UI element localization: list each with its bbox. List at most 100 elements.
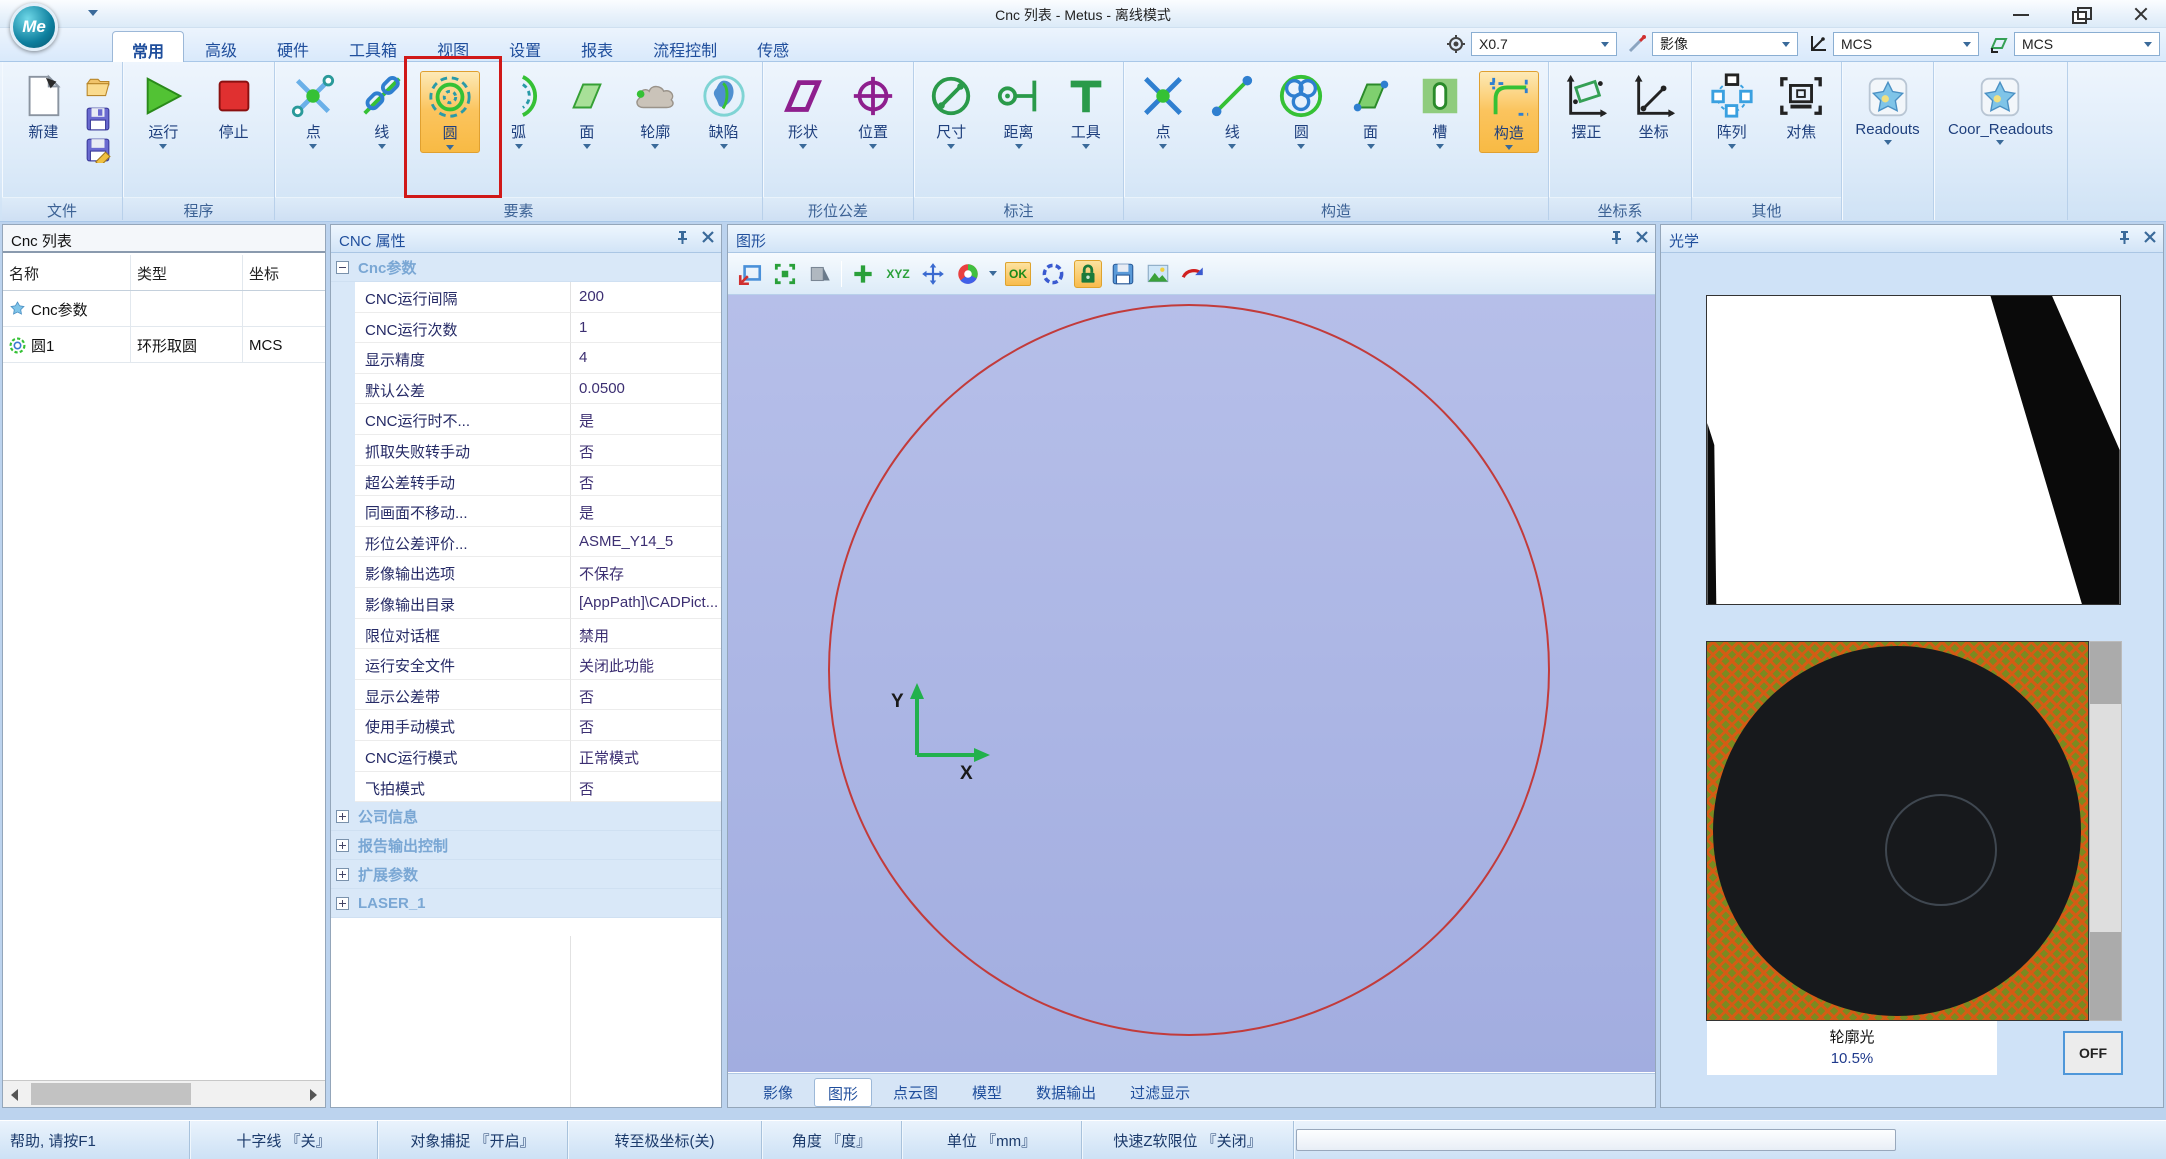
property-value[interactable]: 否 [571,466,721,497]
construct-plane-button[interactable]: 面 [1341,71,1401,151]
coordinate-system-dropdown[interactable]: MCS [1833,32,1979,56]
property-category-extended-params[interactable]: 扩展参数 [331,860,721,889]
property-value[interactable]: 是 [571,404,721,435]
annotate-tool-button[interactable]: 工具 [1056,71,1116,151]
scroll-right-arrow-icon[interactable] [299,1081,325,1107]
status-length-unit[interactable]: 单位 『mm』 [902,1121,1082,1159]
cnc-list-row-params[interactable]: Cnc参数 [3,291,325,327]
property-row[interactable]: CNC运行次数1 [331,313,721,344]
status-polar-coord-toggle[interactable]: 转至极坐标(关) [568,1121,762,1159]
property-category-company-info[interactable]: 公司信息 [331,802,721,831]
construct-slot-button[interactable]: 槽 [1410,71,1470,151]
save-as-button[interactable] [85,137,111,163]
scrollbar-thumb[interactable] [31,1083,191,1105]
focus-button[interactable]: 对焦 [1771,71,1831,144]
new-button[interactable]: 新建 [13,71,73,144]
column-header-name[interactable]: 名称 [3,255,131,290]
status-object-snap-toggle[interactable]: 对象捕捉 『开启』 [378,1121,568,1159]
property-row[interactable]: 超公差转手动否 [331,466,721,497]
status-z-limit-toggle[interactable]: 快速Z软限位 『关闭』 [1082,1121,1294,1159]
slider-thumb[interactable] [2090,932,2121,1020]
property-row[interactable]: CNC运行间隔200 [331,282,721,313]
property-value[interactable]: 否 [571,680,721,711]
property-value[interactable]: ASME_Y14_5 [571,527,721,558]
restore-button[interactable] [2070,5,2092,23]
dropdown-caret-icon[interactable] [989,271,997,276]
property-category-report-output[interactable]: 报告输出控制 [331,831,721,860]
work-plane-dropdown[interactable]: MCS [2014,32,2160,56]
property-row[interactable]: 默认公差0.0500 [331,374,721,405]
property-value[interactable]: 200 [571,282,721,313]
status-crosshair-toggle[interactable]: 十字线 『关』 [190,1121,378,1159]
ok-confirm-button[interactable]: OK [1004,260,1032,288]
horizontal-scrollbar[interactable] [3,1080,325,1107]
camera-view-preview[interactable] [1706,641,2089,1021]
redo-button[interactable] [1179,260,1207,288]
construct-construct-button[interactable]: 构造 [1479,71,1539,153]
property-value[interactable]: 1 [571,313,721,344]
property-row[interactable]: 使用手动模式否 [331,710,721,741]
status-angle-unit[interactable]: 角度 『度』 [762,1121,902,1159]
align-button[interactable]: 摆正 [1556,71,1616,144]
property-value[interactable]: 否 [571,772,721,803]
graphics-canvas[interactable]: Y X [728,295,1655,1072]
column-header-type[interactable]: 类型 [131,255,243,290]
property-category-cnc-params[interactable]: Cnc参数 [331,253,721,282]
slider-thumb[interactable] [2090,642,2121,704]
pin-icon[interactable] [675,230,689,244]
zoom-window-button[interactable] [736,260,764,288]
feature-point-button[interactable]: 点 [283,71,343,151]
stop-button[interactable]: 停止 [204,71,264,144]
property-value[interactable]: 0.0500 [571,374,721,405]
close-icon[interactable] [701,230,715,244]
scene-background-button[interactable] [1144,260,1172,288]
property-value[interactable]: 关闭此功能 [571,649,721,680]
distance-button[interactable]: 距离 [989,71,1049,151]
add-point-button[interactable] [849,260,877,288]
minimize-button[interactable] [2010,5,2032,23]
feature-plane-button[interactable]: 面 [557,71,617,151]
view-tab-graphics[interactable]: 图形 [814,1078,872,1107]
flip-image-button[interactable] [806,260,834,288]
close-icon[interactable] [2143,230,2157,244]
property-row[interactable]: 影像输出选项不保存 [331,557,721,588]
pin-icon[interactable] [1609,230,1623,244]
color-wheel-button[interactable] [954,260,982,288]
dimension-button[interactable]: 尺寸 [921,71,981,151]
property-row[interactable]: 显示精度4 [331,343,721,374]
gdt-shape-button[interactable]: 形状 [773,71,833,151]
view-tab-image[interactable]: 影像 [750,1078,806,1107]
gdt-position-button[interactable]: 位置 [843,71,903,151]
property-row[interactable]: CNC运行模式正常模式 [331,741,721,772]
property-value[interactable]: 正常模式 [571,741,721,772]
light-off-button[interactable]: OFF [2063,1031,2123,1075]
coor-readouts-button[interactable]: Coor_Readouts [1948,71,2053,145]
property-value[interactable]: 禁用 [571,619,721,650]
readouts-button[interactable]: Readouts [1855,71,1919,145]
property-row[interactable]: 抓取失败转手动否 [331,435,721,466]
app-logo[interactable]: Me [10,3,58,51]
property-row[interactable]: 显示公差带否 [331,680,721,711]
property-row[interactable]: 影像输出目录[AppPath]\CADPict... [331,588,721,619]
feature-arc-button[interactable]: 弧 [489,71,549,151]
property-row[interactable]: 形位公差评价...ASME_Y14_5 [331,527,721,558]
property-value[interactable]: [AppPath]\CADPict... [571,588,721,619]
expand-icon[interactable] [336,868,349,881]
construct-line-button[interactable]: 线 [1202,71,1262,151]
property-row[interactable]: 飞拍模式否 [331,772,721,803]
feature-defect-button[interactable]: 缺陷 [694,71,754,151]
expand-icon[interactable] [336,897,349,910]
property-value[interactable]: 是 [571,496,721,527]
view-tab-data-output[interactable]: 数据输出 [1023,1078,1109,1107]
save-button[interactable] [85,106,111,132]
array-button[interactable]: 阵列 [1702,71,1762,151]
property-value[interactable]: 4 [571,343,721,374]
feature-line-button[interactable]: 线 [352,71,412,151]
property-value[interactable]: 不保存 [571,557,721,588]
property-row[interactable]: 同画面不移动...是 [331,496,721,527]
property-row[interactable]: CNC运行时不...是 [331,404,721,435]
column-header-coord[interactable]: 坐标 [243,255,325,290]
property-row[interactable]: 限位对话框禁用 [331,619,721,650]
magnification-dropdown[interactable]: X0.7 [1471,32,1617,56]
expand-icon[interactable] [336,810,349,823]
